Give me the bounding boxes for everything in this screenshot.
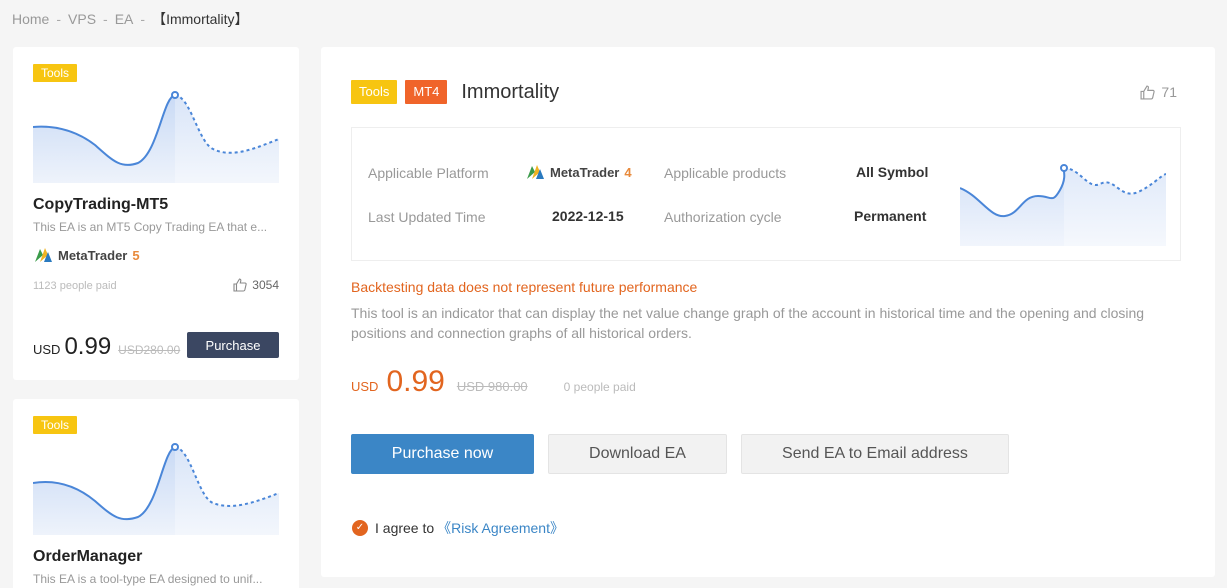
like-count-value: 3054	[252, 278, 279, 292]
tag-mt4: MT4	[405, 80, 448, 104]
tag-tools: Tools	[33, 64, 78, 82]
breadcrumb-vps[interactable]: VPS	[68, 11, 96, 27]
updated-value: 2022-12-15	[552, 208, 624, 224]
price-amount: 0.99	[386, 365, 445, 398]
breadcrumb-separator: -	[140, 11, 146, 27]
breadcrumb-home[interactable]: Home	[12, 11, 49, 27]
card-price: USD 0.99 USD280.00	[33, 333, 180, 361]
ea-card-copytrading[interactable]: Tools CopyTrading-MT5 This EA is an MT5 …	[13, 47, 299, 380]
breadcrumb-ea[interactable]: EA	[115, 11, 134, 27]
price-original: USD 980.00	[456, 379, 528, 394]
metatrader-version: 5	[132, 247, 140, 263]
detail-price: USD 0.99 USD 980.00 0 people paid	[351, 365, 636, 399]
price-currency: USD	[33, 342, 61, 357]
metatrader-version: 4	[624, 164, 632, 180]
breadcrumb: Home - VPS - EA - 【Immortality】	[12, 9, 249, 29]
purchase-button[interactable]: Purchase	[187, 332, 279, 358]
backtest-warning: Backtesting data does not represent futu…	[351, 279, 698, 295]
ea-introduction: This tool is an indicator that can displ…	[351, 305, 1145, 341]
metatrader-logo: MetaTrader 4	[525, 163, 632, 181]
auth-value: Permanent	[854, 208, 927, 224]
updated-label: Last Updated Time	[368, 209, 486, 225]
ea-info-box: Applicable Platform MetaTrader 4 Applicab…	[351, 127, 1181, 261]
equity-sparkline	[960, 164, 1166, 246]
risk-agreement: ✓ I agree to 《Risk Agreement》	[352, 518, 564, 538]
breadcrumb-separator: -	[56, 11, 62, 27]
price-currency: USD	[351, 379, 379, 394]
price-amount: 0.99	[64, 333, 112, 360]
people-paid: 1123 people paid	[33, 280, 117, 292]
metatrader-icon	[527, 165, 544, 179]
tag-tools: Tools	[33, 416, 78, 434]
people-paid: 0 people paid	[563, 380, 636, 394]
ea-description: This EA is a tool-type EA designed to un…	[33, 572, 263, 586]
purchase-now-button[interactable]: Purchase now	[351, 434, 534, 474]
equity-sparkline	[33, 91, 279, 183]
detail-header: Tools MT4 Immortality	[351, 80, 559, 104]
download-ea-button[interactable]: Download EA	[548, 434, 727, 474]
risk-agreement-link[interactable]: 《Risk Agreement》	[437, 518, 564, 538]
like-button[interactable]: 71	[1140, 84, 1177, 100]
thumbs-up-icon	[1140, 84, 1156, 100]
platform-label: Applicable Platform	[368, 165, 489, 181]
like-count-value: 71	[1161, 84, 1177, 100]
agree-text: I agree to	[375, 520, 435, 536]
products-value: All Symbol	[856, 164, 929, 180]
like-count[interactable]: 3054	[233, 278, 279, 292]
products-label: Applicable products	[664, 165, 787, 181]
ea-name[interactable]: CopyTrading-MT5	[33, 196, 168, 214]
auth-label: Authorization cycle	[664, 209, 782, 225]
ea-name[interactable]: OrderManager	[33, 548, 142, 566]
tag-tools: Tools	[351, 80, 398, 104]
thumbs-up-icon	[233, 278, 247, 292]
agree-checkbox[interactable]: ✓	[352, 520, 368, 536]
ea-description: This EA is an MT5 Copy Trading EA that e…	[33, 220, 268, 234]
ea-detail-panel: Tools MT4 Immortality 71 Applicable Plat…	[321, 47, 1215, 577]
breadcrumb-current: 【Immortality】	[152, 11, 249, 27]
metatrader-brand: MetaTrader	[58, 247, 128, 263]
equity-sparkline	[33, 443, 279, 535]
price-original: USD280.00	[118, 343, 181, 357]
send-ea-email-button[interactable]: Send EA to Email address	[741, 434, 1009, 474]
page-title: Immortality	[461, 80, 560, 103]
ea-card-ordermanager[interactable]: Tools OrderManager This EA is a tool-typ…	[13, 399, 299, 588]
metatrader-logo: MetaTrader 5	[33, 246, 140, 264]
metatrader-icon	[35, 248, 52, 262]
metatrader-brand: MetaTrader	[550, 164, 620, 180]
breadcrumb-separator: -	[103, 11, 108, 27]
